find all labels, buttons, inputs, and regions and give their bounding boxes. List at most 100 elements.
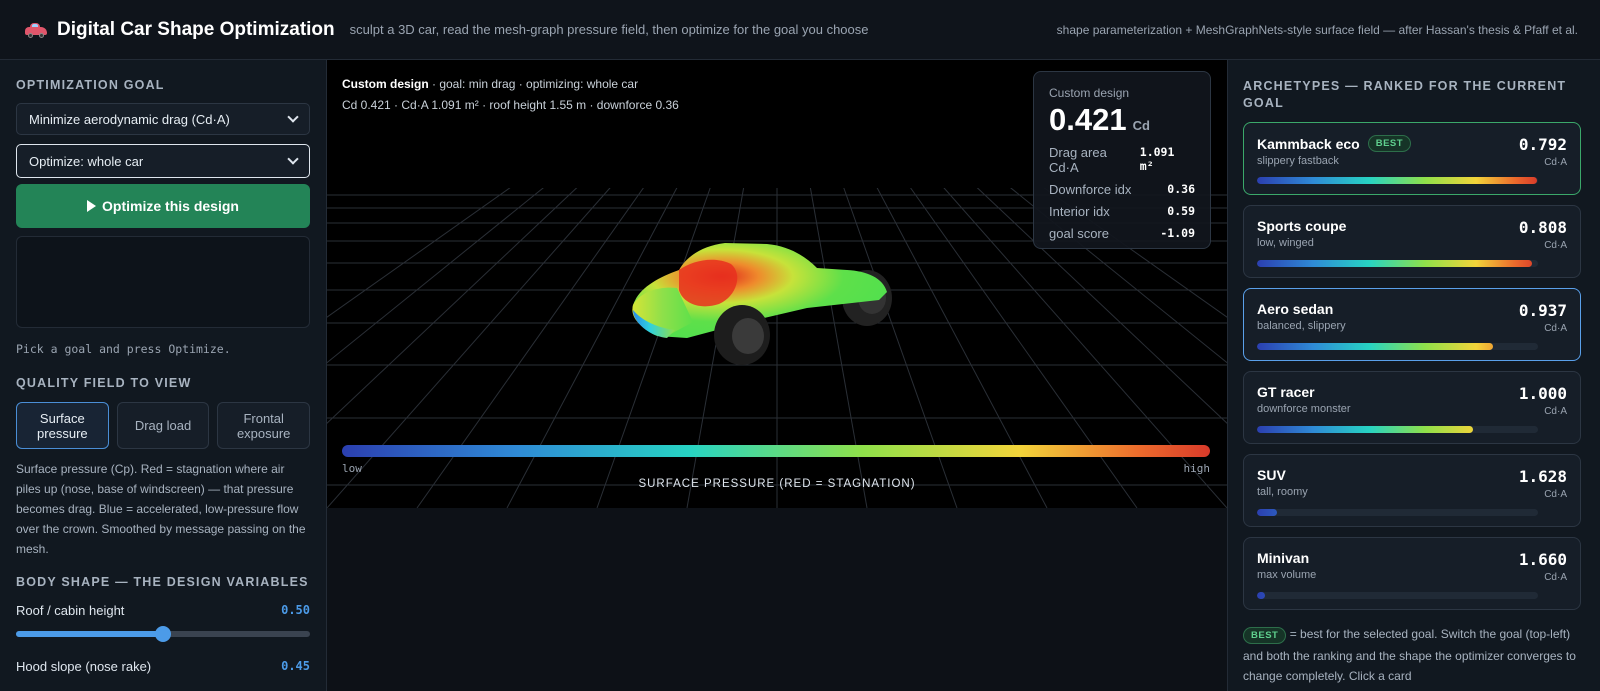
best-note-text: = best for the selected goal. Switch the… — [1243, 627, 1576, 683]
archetypes-title: ARCHETYPES — RANKED FOR THE CURRENT GOAL — [1243, 79, 1567, 110]
slider-row-hood: Hood slope (nose rake) 0.45 — [16, 659, 310, 674]
field-button-label: pressure — [37, 425, 88, 441]
archetype-name: SUV — [1257, 467, 1286, 483]
archetype-score: 1.660 — [1518, 550, 1567, 569]
archetype-score-bar — [1257, 177, 1538, 184]
3d-viewport[interactable]: Custom design · goal: min drag · optimiz… — [327, 60, 1227, 508]
archetype-unit: Cd·A — [1544, 572, 1567, 583]
stats-card: Custom design 0.421 Cd Drag area Cd·A 1.09… — [1033, 71, 1211, 249]
stat-label: Drag area Cd·A — [1049, 145, 1107, 175]
archetype-score-bar — [1257, 260, 1538, 267]
goal-select-value: Minimize aerodynamic drag (Cd·A) — [29, 111, 230, 127]
slider-handle[interactable] — [155, 626, 171, 642]
archetype-card[interactable]: Aero sedan balanced, slippery 0.937 Cd·A — [1243, 288, 1581, 361]
archetype-unit: Cd·A — [1544, 240, 1567, 251]
stat-value: -1.09 — [1160, 226, 1195, 240]
optimize-button-label: Optimize this design — [102, 198, 239, 214]
archetype-card[interactable]: Kammback eco BEST slippery fastback 0.792 Cd… — [1243, 122, 1581, 195]
field-selector: Surface pressure Drag load Frontal exposur… — [16, 402, 311, 449]
archetype-score: 0.808 — [1518, 218, 1567, 237]
archetype-score-bar — [1257, 343, 1538, 350]
archetype-unit: Cd·A — [1544, 489, 1567, 500]
archetype-score-bar — [1257, 426, 1538, 433]
archetype-subtitle: downforce monster — [1257, 403, 1351, 415]
stat-label: Interior idx — [1049, 204, 1110, 219]
cd-number: 0.421 — [1049, 102, 1127, 137]
slider-row-roof: Roof / cabin height 0.50 — [16, 603, 310, 618]
left-panel: OPTIMIZATION GOAL Minimize aerodynamic d… — [0, 60, 327, 691]
cd-value: 0.421 Cd — [1049, 102, 1195, 138]
scope-select-value: Optimize: whole car — [29, 153, 144, 169]
scope-select[interactable]: Optimize: whole car — [16, 144, 310, 178]
design-metrics: Cd 0.421 · Cd·A 1.091 m² · roof height 1… — [342, 98, 679, 112]
slider-label: Roof / cabin height — [16, 603, 125, 618]
archetype-score-fill — [1257, 177, 1537, 184]
colorbar-title: SURFACE PRESSURE (RED = STAGNATION) — [638, 478, 916, 490]
app-credit: shape parameterization + MeshGraphNets-s… — [1056, 22, 1578, 37]
best-badge: BEST — [1367, 135, 1412, 152]
app-header: Digital Car Shape Optimization sculpt a … — [0, 0, 1600, 60]
archetype-card[interactable]: SUV tall, roomy 1.628 Cd·A — [1243, 454, 1581, 527]
goal-section-title: OPTIMIZATION GOAL — [16, 78, 165, 92]
field-button-label: Frontal — [243, 410, 284, 426]
field-button-label: exposure — [236, 425, 291, 441]
field-button-frontal-exposure[interactable]: Frontal exposure — [217, 402, 311, 449]
field-button-label: Drag load — [134, 418, 192, 433]
colorbar-low-label: low — [342, 462, 362, 475]
right-panel: ARCHETYPES — RANKED FOR THE CURRENT GOAL… — [1227, 60, 1600, 691]
slider-label: Hood slope (nose rake) — [16, 659, 152, 674]
archetype-score: 1.628 — [1518, 467, 1567, 486]
archetype-card[interactable]: GT racer downforce monster 1.000 Cd·A — [1243, 371, 1581, 444]
design-meta: · goal: min drag · optimizing: whole car — [428, 77, 639, 91]
archetype-subtitle: tall, roomy — [1257, 486, 1308, 498]
archetype-name: GT racer — [1257, 384, 1315, 400]
archetype-unit: Cd·A — [1544, 157, 1567, 168]
colorbar — [342, 445, 1210, 457]
archetype-score-fill — [1257, 426, 1474, 433]
archetype-score: 0.792 — [1518, 135, 1567, 154]
archetype-subtitle: slippery fastback — [1257, 155, 1339, 167]
archetype-name: Sports coupe — [1257, 218, 1347, 234]
app-title: Digital Car Shape Optimization — [57, 18, 335, 40]
archetype-name: Aero sedan — [1257, 301, 1334, 317]
archetype-score: 1.000 — [1518, 384, 1567, 403]
stat-label: goal score — [1049, 226, 1109, 241]
roof-height-slider[interactable] — [16, 626, 310, 642]
archetype-card[interactable]: Sports coupe low, winged 0.808 Cd·A — [1243, 205, 1581, 278]
archetype-subtitle: low, winged — [1257, 237, 1314, 249]
design-name: Custom design — [342, 77, 429, 91]
slider-value: 0.45 — [281, 659, 310, 673]
field-description: Surface pressure (Cp). Red = stagnation … — [16, 462, 306, 556]
slider-fill — [16, 631, 163, 637]
stat-row: Interior idx 0.59 — [1049, 204, 1195, 219]
best-legend-note: BEST = best for the selected goal. Switc… — [1243, 624, 1585, 686]
center-panel: Custom design · goal: min drag · optimiz… — [327, 60, 1227, 691]
best-badge: BEST — [1243, 627, 1287, 644]
slider-value: 0.50 — [281, 603, 310, 617]
archetype-list: Kammback eco BEST slippery fastback 0.792 Cd… — [1243, 122, 1585, 610]
archetype-name: Kammback eco — [1257, 135, 1360, 152]
stat-row: Downforce idx 0.36 — [1049, 182, 1195, 197]
app-subtitle: sculpt a 3D car, read the mesh-graph pre… — [349, 22, 869, 37]
archetype-score-bar — [1257, 509, 1538, 516]
archetype-name: Minivan — [1257, 550, 1310, 566]
car-model[interactable] — [632, 243, 892, 365]
stat-row: Drag area Cd·A 1.091 m² — [1049, 145, 1195, 175]
chevron-down-icon — [287, 153, 299, 165]
goal-select[interactable]: Minimize aerodynamic drag (Cd·A) — [16, 103, 310, 135]
archetype-score-fill — [1257, 260, 1533, 267]
archetype-score-fill — [1257, 343, 1494, 350]
stats-label: Custom design — [1049, 86, 1130, 100]
archetype-card[interactable]: Minivan max volume 1.660 Cd·A — [1243, 537, 1581, 610]
stat-value: 0.36 — [1167, 182, 1195, 196]
field-button-drag-load[interactable]: Drag load — [116, 402, 210, 449]
chevron-down-icon — [287, 111, 299, 123]
cd-unit: Cd — [1132, 118, 1150, 133]
play-icon — [87, 200, 97, 212]
optimizer-hint: Pick a goal and press Optimize. — [16, 342, 231, 356]
stat-value: 1.091 m² — [1139, 145, 1175, 173]
field-button-surface-pressure[interactable]: Surface pressure — [16, 402, 109, 449]
car-icon — [25, 22, 47, 38]
archetype-score-fill — [1257, 509, 1277, 516]
optimize-button[interactable]: Optimize this design — [16, 184, 310, 228]
